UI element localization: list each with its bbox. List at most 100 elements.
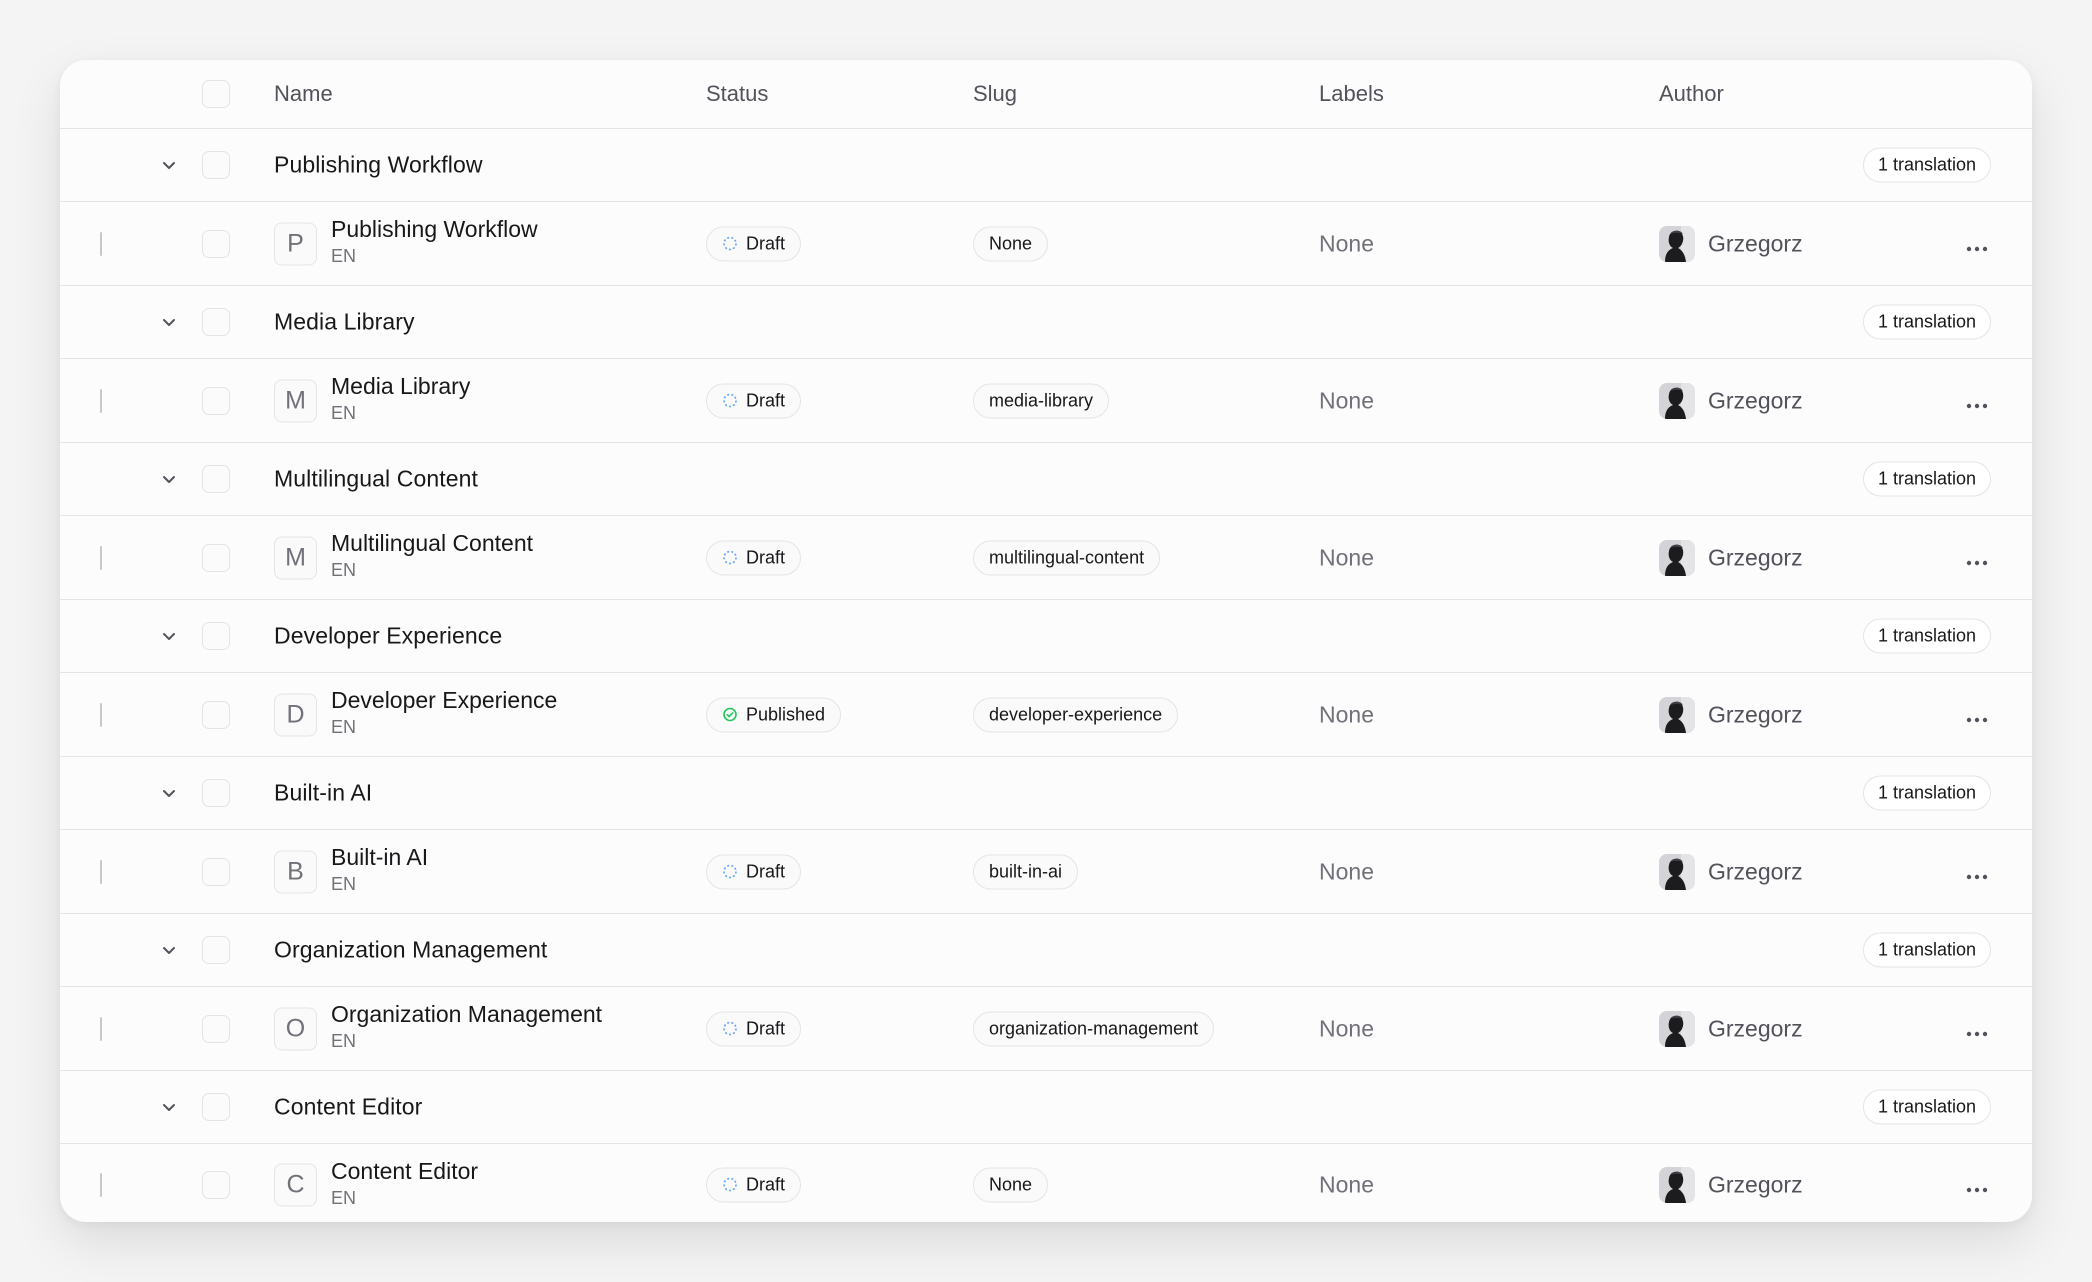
chevron-down-icon[interactable] xyxy=(157,1095,181,1119)
entry-name[interactable]: Organization Management xyxy=(331,1001,602,1028)
slug-badge: None xyxy=(973,1167,1049,1203)
author-avatar xyxy=(1659,696,1695,733)
column-header-status[interactable]: Status xyxy=(706,81,768,107)
entry-name[interactable]: Developer Experience xyxy=(331,687,557,714)
author-avatar xyxy=(1659,1167,1695,1203)
more-options-icon[interactable] xyxy=(1965,711,1989,722)
table-row[interactable]: B Built-in AI EN Draft built-in-ai None … xyxy=(60,830,2032,914)
author-avatar xyxy=(1659,1010,1695,1047)
group-row[interactable]: Media Library 1 translation xyxy=(60,286,2032,359)
status-label: Draft xyxy=(746,861,786,881)
translation-count-badge: 1 translation xyxy=(1862,932,1991,968)
more-options-icon[interactable] xyxy=(1965,554,1989,565)
entries-table: Name Status Slug Labels Author Publishin… xyxy=(60,60,2032,1222)
chevron-down-icon[interactable] xyxy=(157,467,181,491)
entry-name[interactable]: Built-in AI xyxy=(331,844,428,871)
group-checkbox[interactable] xyxy=(202,936,230,964)
group-checkbox[interactable] xyxy=(202,308,230,336)
translation-count-badge: 1 translation xyxy=(1862,304,1991,340)
entry-locale: EN xyxy=(331,246,357,266)
group-title[interactable]: Organization Management xyxy=(274,937,547,964)
chevron-down-icon[interactable] xyxy=(157,938,181,962)
labels-value: None xyxy=(1319,544,1374,570)
group-row[interactable]: Publishing Workflow 1 translation xyxy=(60,129,2032,202)
author-name: Grzegorz xyxy=(1708,701,1803,727)
group-checkbox[interactable] xyxy=(202,465,230,493)
group-title[interactable]: Publishing Workflow xyxy=(274,152,483,179)
group-checkbox[interactable] xyxy=(202,151,230,179)
column-header-slug[interactable]: Slug xyxy=(973,81,1017,107)
tree-connector-line xyxy=(100,231,102,256)
group-title[interactable]: Content Editor xyxy=(274,1094,422,1121)
table-body: Publishing Workflow 1 translation P Publ… xyxy=(60,129,2032,1222)
select-all-checkbox[interactable] xyxy=(202,80,230,108)
status-badge: Draft xyxy=(706,854,802,889)
author-name: Grzegorz xyxy=(1708,1171,1803,1198)
entry-name[interactable]: Publishing Workflow xyxy=(331,216,538,243)
tree-connector-line xyxy=(100,1173,102,1197)
tree-connector-line xyxy=(100,388,102,413)
translation-count-badge: 1 translation xyxy=(1862,618,1991,654)
more-options-icon[interactable] xyxy=(1965,397,1989,408)
group-title[interactable]: Built-in AI xyxy=(274,780,372,807)
table-row[interactable]: P Publishing Workflow EN Draft None None… xyxy=(60,202,2032,286)
translation-count-badge: 1 translation xyxy=(1862,1089,1991,1125)
group-title[interactable]: Developer Experience xyxy=(274,623,502,650)
more-options-icon[interactable] xyxy=(1965,868,1989,879)
chevron-down-icon[interactable] xyxy=(157,310,181,334)
labels-value: None xyxy=(1319,230,1374,256)
table-row[interactable]: M Media Library EN Draft media-library N… xyxy=(60,359,2032,443)
chevron-down-icon[interactable] xyxy=(157,153,181,177)
status-label: Draft xyxy=(746,390,786,410)
row-checkbox[interactable] xyxy=(202,857,230,886)
status-badge: Draft xyxy=(706,383,802,418)
row-checkbox[interactable] xyxy=(202,1171,230,1199)
entry-letter-avatar: P xyxy=(274,222,317,265)
group-title[interactable]: Media Library xyxy=(274,309,415,336)
row-checkbox[interactable] xyxy=(202,543,230,572)
author-name: Grzegorz xyxy=(1708,387,1803,413)
group-checkbox[interactable] xyxy=(202,1093,230,1121)
labels-value: None xyxy=(1319,387,1374,413)
author-name: Grzegorz xyxy=(1708,230,1803,256)
labels-value: None xyxy=(1319,1015,1374,1041)
row-checkbox[interactable] xyxy=(202,229,230,258)
row-checkbox[interactable] xyxy=(202,1014,230,1043)
table-row[interactable]: O Organization Management EN Draft organ… xyxy=(60,987,2032,1071)
row-checkbox[interactable] xyxy=(202,700,230,729)
group-checkbox[interactable] xyxy=(202,622,230,650)
column-header-author[interactable]: Author xyxy=(1659,81,1724,107)
more-options-icon[interactable] xyxy=(1965,1181,1989,1193)
column-header-labels[interactable]: Labels xyxy=(1319,81,1384,107)
tree-connector-line xyxy=(100,545,102,570)
group-row[interactable]: Content Editor 1 translation xyxy=(60,1071,2032,1144)
slug-badge: built-in-ai xyxy=(973,854,1079,889)
status-badge: Draft xyxy=(706,226,802,261)
labels-value: None xyxy=(1319,858,1374,884)
table-row[interactable]: M Multilingual Content EN Draft multilin… xyxy=(60,516,2032,600)
entry-letter-avatar: M xyxy=(274,379,317,422)
more-options-icon[interactable] xyxy=(1965,1025,1989,1036)
table-row[interactable]: C Content Editor EN Draft None None Grze… xyxy=(60,1144,2032,1222)
group-checkbox[interactable] xyxy=(202,779,230,807)
chevron-down-icon[interactable] xyxy=(157,624,181,648)
chevron-down-icon[interactable] xyxy=(157,781,181,805)
entry-name[interactable]: Multilingual Content xyxy=(331,530,533,557)
slug-badge: developer-experience xyxy=(973,697,1179,732)
column-header-name[interactable]: Name xyxy=(274,81,333,107)
author-avatar xyxy=(1659,539,1695,576)
author-avatar xyxy=(1659,853,1695,890)
tree-connector-line xyxy=(100,859,102,884)
status-label: Draft xyxy=(746,1018,786,1038)
tree-connector-line xyxy=(100,1016,102,1041)
row-checkbox[interactable] xyxy=(202,386,230,415)
entry-name[interactable]: Content Editor xyxy=(331,1158,478,1185)
group-row[interactable]: Organization Management 1 translation xyxy=(60,914,2032,987)
group-title[interactable]: Multilingual Content xyxy=(274,466,478,493)
group-row[interactable]: Developer Experience 1 translation xyxy=(60,600,2032,673)
group-row[interactable]: Built-in AI 1 translation xyxy=(60,757,2032,830)
table-row[interactable]: D Developer Experience EN Published deve… xyxy=(60,673,2032,757)
more-options-icon[interactable] xyxy=(1965,240,1989,251)
entry-name[interactable]: Media Library xyxy=(331,373,470,400)
group-row[interactable]: Multilingual Content 1 translation xyxy=(60,443,2032,516)
